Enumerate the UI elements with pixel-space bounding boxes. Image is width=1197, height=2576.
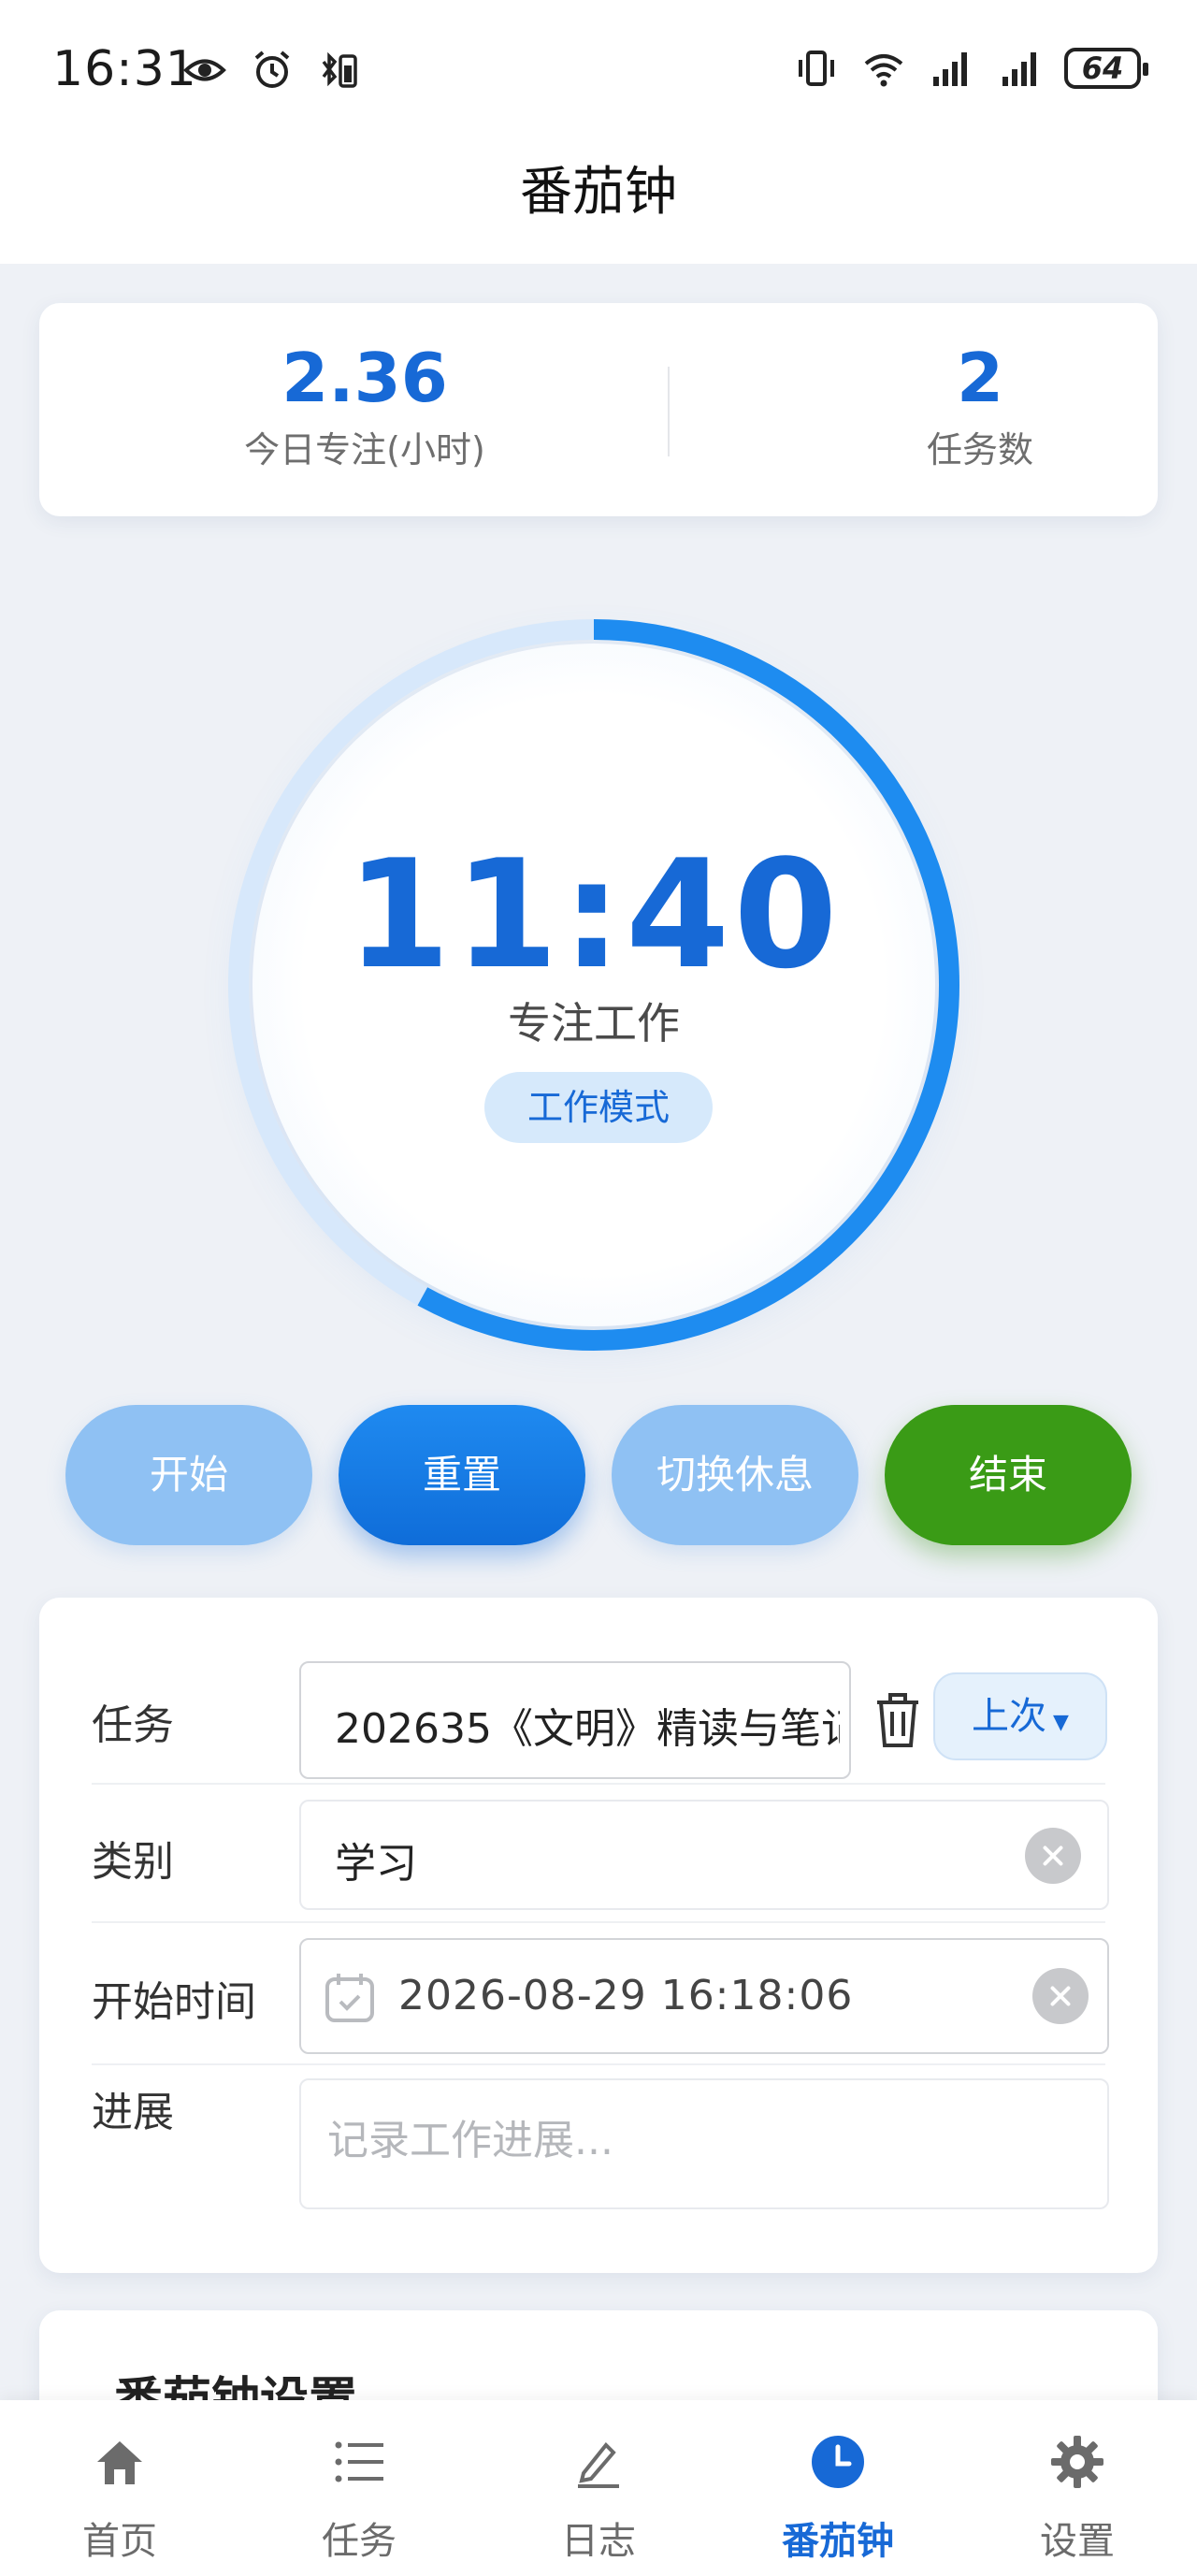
switch-break-button[interactable]: 切换休息	[612, 1405, 858, 1545]
nav-item-tasks[interactable]: 任务	[239, 2400, 479, 2576]
task-label: 任务	[92, 1701, 174, 1749]
task-input-value: 202635《文明》精读与笔记	[335, 1705, 840, 1753]
task-form-card: 任务 202635《文明》精读与笔记 上次 ▼ 类别 学习 开始时间 2026-…	[39, 1598, 1158, 2273]
trash-icon[interactable]	[872, 1689, 924, 1751]
status-time: 16:31	[52, 41, 197, 97]
category-label: 类别	[92, 1838, 174, 1886]
last-task-label: 上次	[972, 1695, 1047, 1738]
task-count-value: 2	[956, 339, 1004, 417]
end-button[interactable]: 结束	[885, 1405, 1132, 1545]
timer-time: 11:40	[346, 827, 842, 1002]
alarm-icon	[254, 51, 290, 88]
clock-icon	[812, 2436, 864, 2488]
task-count-label: 任务数	[926, 429, 1033, 470]
clear-category-icon[interactable]	[1025, 1828, 1081, 1884]
page-title: 番茄钟	[520, 162, 677, 223]
nav-item-home[interactable]: 首页	[0, 2400, 239, 2576]
mode-badge: 工作模式	[484, 1072, 713, 1143]
eye-icon	[183, 59, 226, 81]
start-time-input[interactable]: 2026-08-29 16:18:06	[299, 1938, 1109, 2054]
vibrate-icon	[799, 51, 834, 86]
list-icon	[335, 2441, 383, 2482]
focus-hours-label: 今日专注(小时)	[244, 429, 485, 470]
nav-label-log: 日志	[561, 2520, 636, 2563]
progress-label: 进展	[92, 2089, 174, 2136]
status-bar: 16:31 64	[0, 0, 1197, 140]
row-divider	[92, 1921, 1105, 1923]
status-left-icons	[183, 49, 361, 92]
wifi-icon	[864, 54, 903, 87]
task-input[interactable]: 202635《文明》精读与笔记	[299, 1661, 851, 1779]
nav-item-settings[interactable]: 设置	[958, 2400, 1197, 2576]
home-icon	[97, 2441, 142, 2484]
category-input-value: 学习	[335, 1840, 417, 1888]
nav-label-settings: 设置	[1040, 2520, 1115, 2563]
nav-item-pomodoro[interactable]: 番茄钟	[718, 2400, 958, 2576]
stats-card: 2.36 今日专注(小时) 2 任务数	[39, 303, 1158, 516]
chevron-down-icon: ▼	[1046, 1711, 1069, 1734]
app-header: 番茄钟	[0, 140, 1197, 264]
start-button[interactable]: 开始	[65, 1405, 312, 1545]
task-count-stat: 2 任务数	[746, 340, 1197, 472]
bluetooth-battery-icon	[322, 51, 357, 88]
battery-indicator: 64	[1064, 48, 1148, 89]
timer-label: 专注工作	[508, 998, 680, 1049]
progress-placeholder: 记录工作进展...	[327, 2117, 613, 2164]
start-time-label: 开始时间	[92, 1978, 256, 2026]
signal-icon	[933, 52, 967, 86]
row-divider	[92, 1783, 1105, 1785]
nav-label-tasks: 任务	[322, 2520, 397, 2563]
reset-button[interactable]: 重置	[339, 1405, 585, 1545]
signal-4g-icon	[1002, 52, 1036, 86]
focus-stat: 2.36 今日专注(小时)	[131, 340, 598, 472]
category-input[interactable]: 学习	[299, 1800, 1109, 1910]
calendar-icon	[325, 1974, 374, 2022]
nav-item-log[interactable]: 日志	[479, 2400, 718, 2576]
bottom-nav: 首页 任务 日志 番茄钟 设置	[0, 2400, 1197, 2576]
focus-hours-value: 2.36	[281, 339, 448, 417]
start-time-value: 2026-08-29 16:18:06	[398, 1972, 854, 2019]
gear-icon	[1051, 2436, 1103, 2488]
status-right-icons: 64	[795, 47, 1148, 90]
clear-start-time-icon[interactable]	[1032, 1968, 1089, 2024]
nav-label-pomodoro: 番茄钟	[782, 2520, 894, 2563]
nav-label-home: 首页	[82, 2520, 157, 2563]
progress-textarea[interactable]: 记录工作进展...	[299, 2078, 1109, 2209]
row-divider	[92, 2063, 1105, 2065]
last-task-dropdown[interactable]: 上次 ▼	[933, 1672, 1107, 1760]
edit-icon	[578, 2442, 619, 2488]
timer-dial: 11:40 专注工作 工作模式	[224, 615, 963, 1354]
stats-divider	[668, 367, 670, 456]
